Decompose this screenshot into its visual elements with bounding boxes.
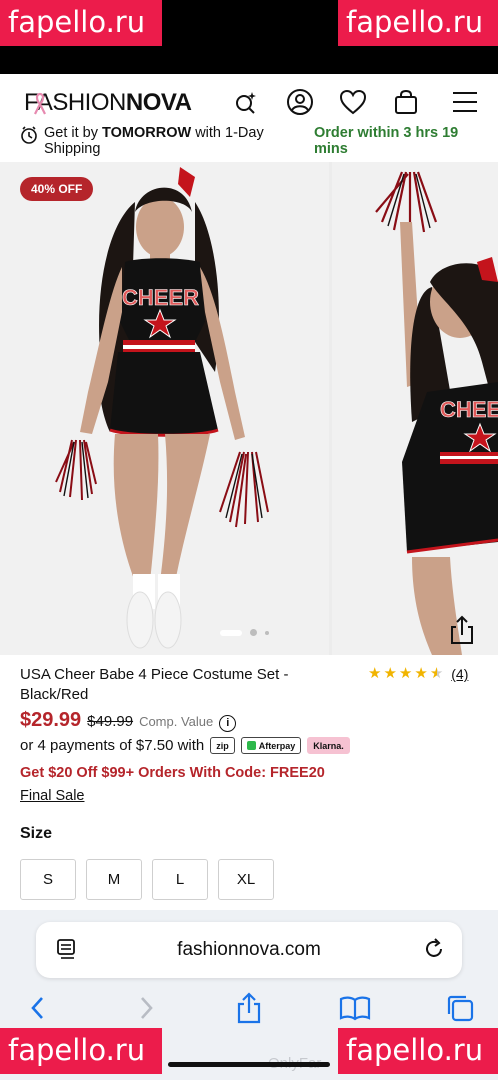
back-icon[interactable]: [22, 992, 54, 1024]
carousel-indicator[interactable]: [220, 629, 269, 636]
tabs-icon[interactable]: [444, 992, 476, 1024]
size-option-m[interactable]: M: [86, 859, 142, 900]
fashionnova-logo[interactable]: FASHION NOVA: [24, 89, 192, 116]
shopping-bag-icon[interactable]: [391, 87, 421, 117]
klarna-logo[interactable]: Klarna.: [307, 737, 350, 754]
product-rating[interactable]: ★ ★ ★ ★ ★ (4): [368, 665, 468, 683]
hamburger-menu-icon[interactable]: [450, 87, 480, 117]
final-sale-link[interactable]: Final Sale: [20, 788, 84, 804]
forward-icon[interactable]: [130, 992, 162, 1024]
installments-text: or 4 payments of $7.50 with: [20, 737, 205, 754]
ai-search-icon[interactable]: [231, 87, 261, 117]
svg-text:CHEER: CHEER: [122, 285, 199, 310]
product-info: USA Cheer Babe 4 Piece Costume Set - Bla…: [0, 655, 498, 910]
star-icon: ★: [383, 665, 397, 682]
delivery-prefix: Get it by: [44, 125, 103, 141]
size-selector: S M L XL: [20, 859, 274, 900]
home-indicator: [168, 1062, 330, 1067]
watermark-bottom-left: fapello.ru: [0, 1028, 162, 1074]
installments-row: or 4 payments of $7.50 with zip Afterpay…: [20, 737, 350, 754]
product-image-secondary[interactable]: CHEE: [332, 162, 498, 655]
delivery-day: TOMORROW: [102, 125, 192, 141]
watermark-bottom-right: fapello.ru: [338, 1028, 498, 1074]
watermark-top-right: fapello.ru: [338, 0, 498, 46]
model-figure-secondary: CHEE: [332, 162, 498, 655]
afterpay-label: Afterpay: [258, 740, 296, 751]
delivery-banner: Get it by TOMORROW with 1-Day Shipping O…: [0, 122, 498, 162]
review-count-link[interactable]: (4): [451, 666, 468, 682]
carousel-dot-active[interactable]: [220, 629, 242, 636]
product-title: USA Cheer Babe 4 Piece Costume Set - Bla…: [20, 666, 289, 703]
wishlist-heart-icon[interactable]: [338, 87, 368, 117]
price-row: $29.99 $49.99 Comp. Value i: [20, 709, 237, 732]
address-bar[interactable]: fashionnova.com: [36, 922, 462, 978]
comp-value-label: Comp. Value: [139, 714, 214, 729]
product-image-main[interactable]: CHEER 40% OFF: [0, 162, 329, 655]
info-icon[interactable]: i: [219, 714, 237, 732]
url-text[interactable]: fashionnova.com: [36, 939, 462, 961]
model-figure-main: CHEER: [0, 162, 329, 655]
share-icon[interactable]: [448, 615, 476, 645]
clock-icon: [21, 126, 37, 144]
afterpay-logo[interactable]: Afterpay: [240, 737, 302, 754]
logo-nova-text: NOVA: [125, 89, 192, 116]
bookmarks-icon[interactable]: [339, 992, 371, 1024]
size-option-s[interactable]: S: [20, 859, 76, 900]
star-icon: ★: [414, 665, 428, 682]
star-icon: ★: [398, 665, 413, 682]
sale-price: $29.99: [20, 709, 82, 731]
half-star-icon: ★: [429, 665, 444, 682]
promo-code-text: Get $20 Off $99+ Orders With Code: FREE2…: [20, 765, 325, 781]
reload-icon[interactable]: [422, 937, 446, 961]
carousel-dot[interactable]: [265, 630, 269, 635]
watermark-top-left: fapello.ru: [0, 0, 162, 46]
ribbon-icon: [34, 92, 46, 115]
size-label: Size: [20, 825, 53, 842]
carousel-dot[interactable]: [250, 629, 257, 636]
size-option-xl[interactable]: XL: [218, 859, 274, 900]
svg-text:CHEE: CHEE: [440, 397, 498, 422]
delivery-countdown: Order within 3 hrs 19 mins: [314, 125, 459, 157]
browser-share-icon[interactable]: [233, 992, 265, 1024]
discount-badge: 40% OFF: [20, 177, 94, 201]
size-option-l[interactable]: L: [152, 859, 208, 900]
delivery-text: Get it by TOMORROW with 1-Day Shipping: [44, 125, 294, 157]
account-icon[interactable]: [285, 87, 315, 117]
original-price: $49.99: [87, 713, 134, 730]
product-gallery[interactable]: CHEER 40% OFF CHEE: [0, 162, 498, 655]
star-icon: ★: [368, 665, 382, 682]
zip-logo[interactable]: zip: [210, 737, 235, 754]
